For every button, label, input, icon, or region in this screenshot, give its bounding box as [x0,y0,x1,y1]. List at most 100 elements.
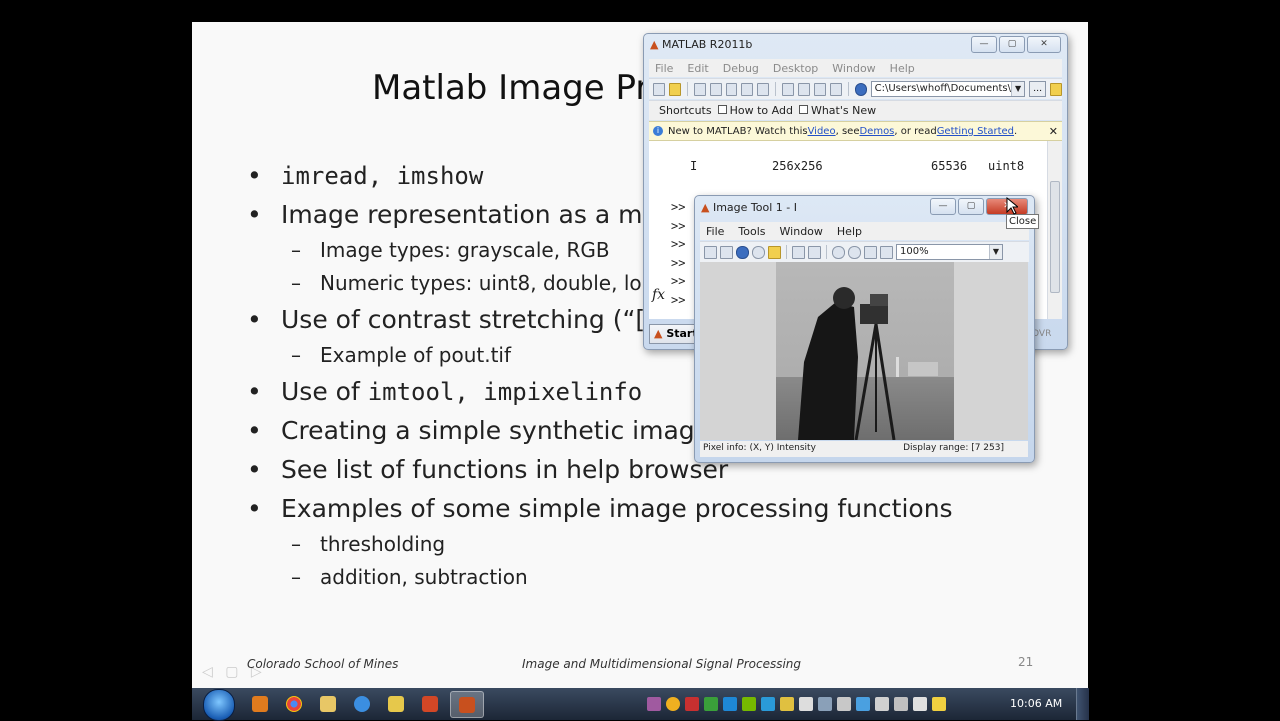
bullet-item: Examples of some simple image processing… [247,489,1067,528]
start-button[interactable]: ▲ Start [649,324,700,344]
browse-folder-button[interactable]: … [1029,81,1047,97]
info-icon: i [653,126,663,136]
tray-app-icon[interactable] [780,697,794,711]
tray-app-icon[interactable] [856,697,870,711]
help-icon[interactable] [768,245,781,259]
toolbar-separator [775,82,777,96]
export-icon[interactable] [720,245,733,259]
tray-dropbox-icon[interactable] [723,697,737,711]
pixel-region-icon[interactable] [880,245,893,259]
menu-file[interactable]: File [706,225,724,238]
network-icon[interactable] [894,697,908,711]
folder-up-icon[interactable] [1050,82,1062,96]
windows-start-orb-icon[interactable] [203,689,235,721]
slide-page-number: 21 [1018,655,1034,669]
menu-window[interactable]: Window [832,62,875,75]
toolbar-separator [847,82,849,96]
matlab-window-controls: — ▢ ✕ [971,36,1061,53]
image-tool-menu-bar: File Tools Window Help [700,222,1029,240]
image-tool-title-bar[interactable]: ▲ Image Tool 1 - I [701,201,797,214]
battery-icon[interactable] [913,697,927,711]
menu-help[interactable]: Help [890,62,915,75]
menu-desktop[interactable]: Desktop [773,62,818,75]
shortcut-how-to-add[interactable]: How to Add [717,104,793,117]
simulink-icon[interactable] [782,82,795,96]
tray-app-icon[interactable] [666,697,680,711]
profiler-icon[interactable] [813,82,826,96]
flag-icon[interactable] [799,697,813,711]
video-link[interactable]: Video [808,126,836,137]
shortcut-whats-new[interactable]: What's New [798,104,876,117]
tray-app-icon[interactable] [685,697,699,711]
volume-icon[interactable] [875,697,889,711]
taskbar-powerpoint-icon[interactable] [414,691,446,716]
crop-icon[interactable] [792,245,805,259]
maximize-button[interactable]: ▢ [999,36,1025,53]
sub-bullet-item: thresholding [247,528,1067,561]
zoom-out-icon[interactable] [848,245,861,259]
taskbar-explorer-icon[interactable] [312,691,344,716]
security-shield-icon[interactable] [932,697,946,711]
new-file-icon[interactable] [653,82,665,96]
zoom-level-select[interactable]: 100% ▼ [896,244,1003,260]
chevron-down-icon[interactable]: ▼ [989,245,1002,259]
slide-title: Matlab Image Pro [372,68,670,108]
tray-app-icon[interactable] [647,697,661,711]
workspace-icon[interactable] [829,82,842,96]
new-figure-icon[interactable] [704,245,717,259]
command-window-scrollbar[interactable] [1047,141,1062,319]
demos-link[interactable]: Demos [859,126,894,137]
redo-icon[interactable] [757,82,770,96]
guide-icon[interactable] [798,82,810,96]
taskbar-clock[interactable]: 10:06 AM [1010,697,1062,710]
tray-app-icon[interactable] [704,697,718,711]
footer-institution: Colorado School of Mines [247,657,399,671]
distance-tool-icon[interactable] [808,245,821,259]
tray-nvidia-icon[interactable] [742,697,756,711]
copy-icon[interactable] [709,82,722,96]
toolbar-separator [786,245,787,259]
undo-icon[interactable] [741,82,754,96]
show-desktop-button[interactable] [1076,688,1089,720]
taskbar-chrome-icon[interactable] [278,691,310,716]
tray-app-icon[interactable] [818,697,832,711]
menu-edit[interactable]: Edit [687,62,708,75]
menu-file[interactable]: File [655,62,673,75]
chevron-down-icon[interactable]: ▼ [1011,82,1025,96]
paste-icon[interactable] [725,82,738,96]
shortcuts-label[interactable]: Shortcuts [659,104,712,117]
zoom-in-icon[interactable] [832,245,845,259]
taskbar-matlab-icon[interactable] [450,691,484,718]
menu-window[interactable]: Window [780,225,823,238]
tray-app-icon[interactable] [837,697,851,711]
help-icon[interactable] [854,82,867,96]
image-info-icon[interactable] [736,245,749,259]
taskbar-ie-icon[interactable] [346,691,378,716]
menu-debug[interactable]: Debug [723,62,759,75]
cut-icon[interactable] [693,82,706,96]
taskbar-pin-app-icon[interactable] [380,691,412,716]
current-folder-field[interactable]: C:\Users\whoff\Documents\MA1 ▼ [870,81,1026,97]
var-class: uint8 [988,159,1025,173]
adjust-contrast-icon[interactable] [752,245,765,259]
matlab-title-bar[interactable]: ▲ MATLAB R2011b [650,38,752,51]
close-infobar-icon[interactable]: ✕ [1049,125,1058,138]
maximize-button[interactable]: ▢ [958,198,984,215]
pan-hand-icon[interactable] [864,245,877,259]
taskbar-outlook-icon[interactable] [244,691,276,716]
var-size: 256x256 [772,159,823,173]
minimize-button[interactable]: — [971,36,997,53]
getting-started-link[interactable]: Getting Started [937,126,1014,137]
scrollbar-thumb[interactable] [1050,181,1060,293]
cameraman-image[interactable] [776,262,954,440]
matlab-menu-bar: File Edit Debug Desktop Window Help [649,59,1062,77]
function-browser-icon[interactable]: fx [652,287,665,303]
open-folder-icon[interactable] [668,82,681,96]
menu-tools[interactable]: Tools [738,225,765,238]
close-button[interactable]: ✕ [1027,36,1061,53]
minimize-button[interactable]: — [930,198,956,215]
tray-app-icon[interactable] [761,697,775,711]
image-tool-title: Image Tool 1 - I [712,201,797,214]
image-display-area[interactable] [700,262,1028,440]
menu-help[interactable]: Help [837,225,862,238]
